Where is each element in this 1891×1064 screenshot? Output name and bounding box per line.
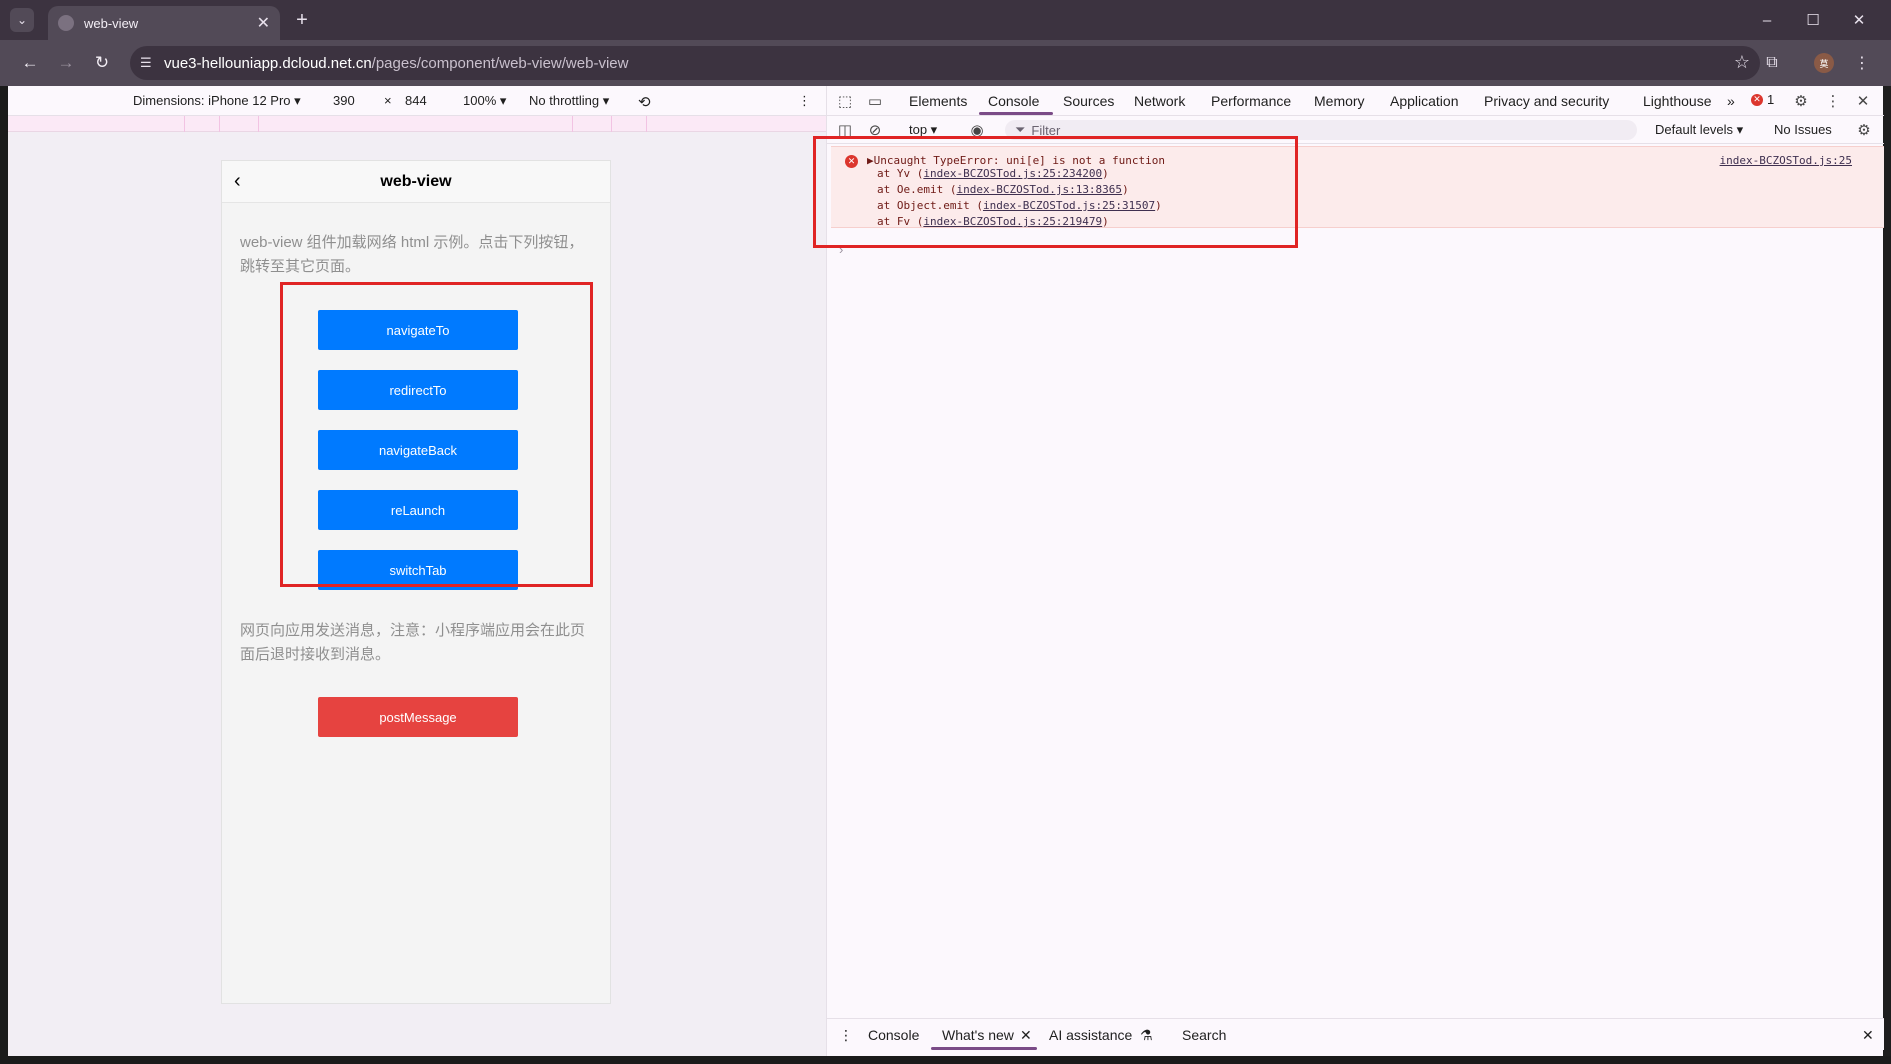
flask-icon: ⚗ [1140, 1027, 1153, 1043]
settings-gear-icon[interactable]: ⚙ [1791, 91, 1811, 111]
device-height-input[interactable]: 844 [405, 93, 427, 108]
drawer-active-indicator [931, 1047, 1037, 1050]
close-whats-new-icon[interactable]: ✕ [1020, 1027, 1032, 1044]
active-tab-indicator [979, 112, 1053, 115]
ruler-mark [219, 116, 220, 132]
device-emulation-pane: Dimensions: iPhone 12 Pro ▾ 390 × 844 10… [8, 86, 826, 1064]
browser-menu-icon[interactable]: ⋮ [1850, 51, 1874, 75]
tab-sources[interactable]: Sources [1063, 93, 1114, 109]
tab-privacy-security[interactable]: Privacy and security [1484, 93, 1609, 109]
minimize-button[interactable]: – [1752, 8, 1782, 32]
back-button[interactable]: ← [18, 51, 42, 75]
drawer-tab-search[interactable]: Search [1182, 1027, 1226, 1043]
zoom-select[interactable]: 100% ▾ [463, 93, 506, 109]
browser-tab-active[interactable]: web-view ✕ [48, 6, 280, 40]
highlight-box-error [813, 136, 1298, 248]
tab-application[interactable]: Application [1390, 93, 1459, 109]
devtools-drawer: ⋮ Console What's new ✕ AI assistance ⚗ S… [827, 1018, 1884, 1050]
error-source-link[interactable]: index-BCZOSTod.js:25 [1720, 154, 1852, 167]
browser-tab-strip: ⌄ web-view ✕ + – ☐ ✕ [0, 0, 1891, 40]
inspect-element-icon[interactable]: ⬚ [835, 91, 855, 111]
close-tab-icon[interactable]: ✕ [257, 13, 270, 33]
site-info-icon[interactable]: ☰ [140, 55, 156, 71]
ruler-mark [258, 116, 259, 132]
address-bar[interactable]: ☰ vue3-hellouniapp.dcloud.net.cn/pages/c… [130, 46, 1760, 80]
device-toggle-icon[interactable]: ▭ [865, 91, 885, 111]
throttling-select[interactable]: No throttling ▾ [529, 93, 609, 109]
tab-console[interactable]: Console [988, 93, 1039, 109]
tab-title: web-view [84, 15, 139, 31]
error-count: 1 [1767, 92, 1775, 107]
close-drawer-icon[interactable]: ✕ [1862, 1027, 1874, 1044]
page-title: web-view [380, 173, 452, 190]
media-query-ruler [8, 116, 826, 132]
dimension-separator: × [384, 93, 392, 108]
devtools-panel: ⬚ ▭ Elements Console Sources Network Per… [813, 86, 1884, 1064]
reload-button[interactable]: ↻ [90, 51, 114, 75]
log-levels-select[interactable]: Default levels ▾ [1655, 122, 1743, 138]
more-tabs-button[interactable]: » [1727, 93, 1735, 109]
ruler-mark [184, 116, 185, 132]
issues-counter[interactable]: No Issues [1774, 122, 1832, 137]
post-message-button[interactable]: postMessage [318, 697, 518, 737]
extensions-icon[interactable]: ⧉ [1760, 51, 1784, 75]
tab-search-button[interactable]: ⌄ [10, 8, 34, 32]
bookmark-star-icon[interactable]: ☆ [1734, 52, 1750, 73]
tab-memory[interactable]: Memory [1314, 93, 1365, 109]
new-tab-button[interactable]: + [290, 8, 314, 32]
device-width-input[interactable]: 390 [333, 93, 355, 108]
page-description: web-view 组件加载网络 html 示例。点击下列按钮，跳转至其它页面。 [240, 234, 584, 275]
ruler-mark [611, 116, 612, 132]
highlight-box-buttons [280, 282, 593, 587]
close-window-button[interactable]: ✕ [1844, 8, 1874, 32]
error-counter[interactable]: ✕ 1 [1751, 92, 1774, 107]
device-select[interactable]: Dimensions: iPhone 12 Pro ▾ [133, 93, 301, 109]
page-nav-bar: ‹ web-view [222, 161, 610, 203]
console-settings-icon[interactable]: ⚙ [1854, 120, 1874, 140]
globe-icon [58, 15, 74, 31]
url-host: vue3-hellouniapp.dcloud.net.cn [164, 54, 372, 72]
drawer-tab-ai-assistance[interactable]: AI assistance [1049, 1027, 1132, 1043]
ruler-mark [572, 116, 573, 132]
tab-network[interactable]: Network [1134, 93, 1185, 109]
tab-lighthouse[interactable]: Lighthouse [1643, 93, 1712, 109]
window-bottom-edge [0, 1056, 1891, 1064]
ruler-mark [646, 116, 647, 132]
error-icon: ✕ [1751, 93, 1763, 106]
drawer-tab-whats-new[interactable]: What's new [942, 1027, 1014, 1043]
drawer-tab-console[interactable]: Console [868, 1027, 919, 1043]
browser-toolbar: ← → ↻ ☰ vue3-hellouniapp.dcloud.net.cn/p… [0, 40, 1891, 86]
maximize-button[interactable]: ☐ [1798, 8, 1828, 32]
device-more-icon[interactable]: ⋮ [798, 93, 811, 109]
message-description: 网页向应用发送消息，注意：小程序端应用会在此页面后退时接收到消息。 [240, 622, 586, 663]
window-edge [0, 86, 8, 1064]
devtools-menu-icon[interactable]: ⋮ [1823, 91, 1843, 111]
url-path: /pages/component/web-view/web-view [371, 54, 629, 72]
tab-elements[interactable]: Elements [909, 93, 967, 109]
tab-performance[interactable]: Performance [1211, 93, 1291, 109]
forward-button[interactable]: → [54, 51, 78, 75]
close-devtools-icon[interactable]: ✕ [1853, 91, 1873, 111]
devtools-tab-bar: ⬚ ▭ Elements Console Sources Network Per… [827, 86, 1884, 116]
profile-avatar[interactable]: 莫 [1814, 53, 1834, 73]
drawer-menu-icon[interactable]: ⋮ [839, 1027, 853, 1044]
device-toolbar: Dimensions: iPhone 12 Pro ▾ 390 × 844 10… [8, 86, 826, 116]
rotate-icon[interactable]: ⟲ [638, 93, 651, 111]
